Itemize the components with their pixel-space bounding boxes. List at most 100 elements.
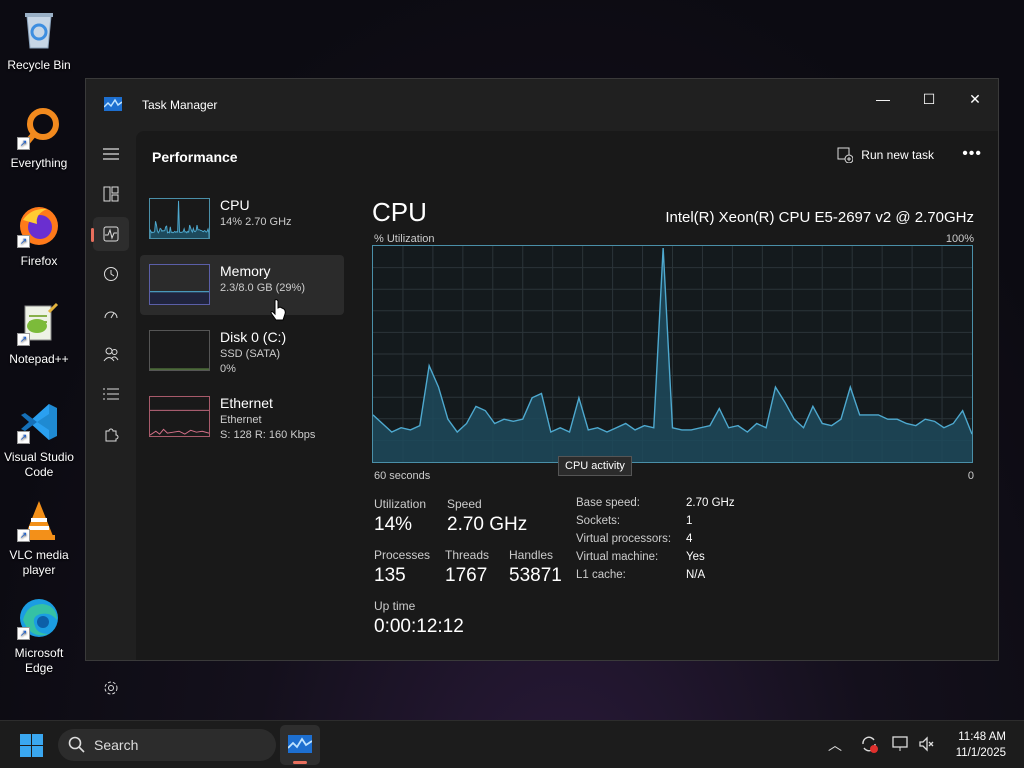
disk-sub-usage: 0% bbox=[220, 363, 236, 375]
minimize-button[interactable]: — bbox=[860, 85, 906, 113]
desktop-icon-label: Firefox bbox=[20, 254, 58, 268]
more-options-button[interactable]: ••• bbox=[962, 145, 982, 163]
disk-sub-type: SSD (SATA) bbox=[220, 348, 281, 360]
window-title: Task Manager bbox=[142, 98, 218, 112]
run-new-task-button[interactable]: Run new task bbox=[837, 147, 934, 163]
nav-settings[interactable] bbox=[93, 671, 129, 705]
task-manager-taskbar-icon bbox=[288, 735, 312, 753]
memory-name: Memory bbox=[220, 263, 271, 279]
nav-processes[interactable] bbox=[93, 177, 129, 211]
uptime-label: Up time bbox=[374, 599, 416, 613]
nav-startup-apps[interactable] bbox=[93, 297, 129, 331]
processes-value: 135 bbox=[374, 565, 406, 586]
run-new-task-label: Run new task bbox=[861, 148, 934, 162]
desktop-icon-label: Microsoft Edge bbox=[14, 646, 64, 675]
detail-label: Sockets: bbox=[576, 515, 621, 527]
tray-time: 11:48 AM bbox=[958, 731, 1006, 743]
taskbar-search[interactable]: Search bbox=[58, 729, 276, 761]
detail-label: Virtual processors: bbox=[576, 533, 672, 545]
volume-muted-icon[interactable] bbox=[918, 735, 936, 753]
vlc-icon: ↗ bbox=[17, 498, 61, 542]
cpu-thumbnail bbox=[149, 198, 210, 239]
detail-value: 2.70 GHz bbox=[686, 497, 735, 509]
details-list-icon bbox=[103, 388, 119, 400]
desktop-icon-label: Visual Studio Code bbox=[4, 450, 74, 479]
threads-label: Threads bbox=[445, 548, 490, 562]
detail-label: L1 cache: bbox=[576, 569, 626, 581]
performance-content: Performance Run new task ••• CPU 14% 2.7… bbox=[136, 131, 998, 660]
graph-label-time-span: 60 seconds bbox=[374, 470, 431, 482]
resource-memory[interactable]: Memory 2.3/8.0 GB (29%) bbox=[140, 255, 344, 315]
firefox-icon: ↗ bbox=[17, 204, 61, 248]
desktop-icon-edge[interactable]: ↗ Microsoft Edge bbox=[0, 596, 78, 676]
settings-gear-icon bbox=[104, 681, 118, 695]
nav-details[interactable] bbox=[93, 377, 129, 411]
desktop-icon-label: Notepad++ bbox=[9, 352, 69, 366]
resource-disk[interactable]: Disk 0 (C:) SSD (SATA) 0% bbox=[140, 321, 344, 381]
resource-ethernet[interactable]: Ethernet Ethernet S: 128 R: 160 Kbps bbox=[140, 387, 344, 447]
page-title: Performance bbox=[152, 149, 238, 165]
nav-services[interactable] bbox=[93, 417, 129, 451]
network-display-icon[interactable] bbox=[892, 735, 910, 753]
taskbar-task-manager[interactable] bbox=[280, 725, 320, 765]
tray-clock[interactable]: 11:48 AM 11/1/2025 bbox=[956, 729, 1006, 761]
cpu-sub: 14% 2.70 GHz bbox=[220, 216, 292, 228]
processes-label: Processes bbox=[374, 548, 431, 562]
nav-users[interactable] bbox=[93, 337, 129, 371]
ethernet-sub-adapter: Ethernet bbox=[220, 414, 262, 426]
close-button[interactable]: ✕ bbox=[952, 85, 998, 113]
tray-date: 11/1/2025 bbox=[955, 747, 1006, 759]
performance-icon bbox=[103, 226, 119, 242]
desktop-icon-everything[interactable]: ↗ Everything bbox=[0, 106, 78, 171]
cpu-model: Intel(R) Xeon(R) CPU E5-2697 v2 @ 2.70GH… bbox=[665, 209, 974, 226]
nav-performance[interactable] bbox=[91, 217, 129, 251]
search-icon bbox=[68, 736, 85, 753]
nav-hamburger[interactable] bbox=[93, 137, 129, 171]
utilization-label: Utilization bbox=[374, 497, 427, 511]
ethernet-sub-throughput: S: 128 R: 160 Kbps bbox=[220, 429, 316, 441]
detail-value: Yes bbox=[686, 551, 705, 563]
tray-overflow-chevron-icon[interactable]: ︿ bbox=[828, 735, 842, 755]
desktop-icon-vscode[interactable]: ↗ Visual Studio Code bbox=[0, 400, 78, 480]
everything-icon: ↗ bbox=[17, 106, 61, 150]
desktop-icon-vlc[interactable]: ↗ VLC media player bbox=[0, 498, 78, 578]
desktop-icon-label: VLC media player bbox=[9, 548, 69, 577]
task-manager-logo-icon bbox=[104, 97, 122, 111]
history-icon bbox=[104, 267, 118, 281]
start-windows-icon[interactable] bbox=[20, 734, 43, 757]
maximize-button[interactable]: ☐ bbox=[906, 85, 952, 113]
taskbar: Search ︿ 11:48 AM 11/1/2025 bbox=[0, 720, 1024, 768]
services-puzzle-icon bbox=[105, 428, 119, 442]
resource-cpu[interactable]: CPU 14% 2.70 GHz bbox=[140, 189, 344, 249]
desktop-icon-recycle-bin[interactable]: Recycle Bin bbox=[0, 8, 78, 73]
title-bar[interactable]: Task Manager — ☐ ✕ bbox=[86, 79, 998, 131]
run-task-icon bbox=[837, 147, 854, 163]
processes-icon bbox=[103, 186, 119, 202]
hand-cursor-icon bbox=[270, 299, 286, 321]
graph-label-zero: 0 bbox=[967, 470, 974, 482]
nav-app-history[interactable] bbox=[93, 257, 129, 291]
memory-thumbnail bbox=[149, 264, 210, 305]
resource-list: CPU 14% 2.70 GHz Memory 2.3/8.0 GB (29%)… bbox=[140, 189, 344, 453]
utilization-value: 14% bbox=[374, 514, 413, 535]
nav-rail bbox=[86, 131, 136, 695]
detail-value: N/A bbox=[686, 569, 706, 581]
hamburger-icon bbox=[103, 148, 119, 160]
desktop-icon-label: Recycle Bin bbox=[7, 58, 71, 72]
handles-label: Handles bbox=[509, 548, 554, 562]
cpu-activity-tooltip: CPU activity bbox=[558, 456, 632, 476]
notepadpp-icon: ↗ bbox=[17, 302, 61, 346]
desktop-icon-firefox[interactable]: ↗ Firefox bbox=[0, 204, 78, 269]
handles-value: 53871 bbox=[509, 565, 562, 586]
cpu-detail-panel: CPU Intel(R) Xeon(R) CPU E5-2697 v2 @ 2.… bbox=[372, 189, 974, 660]
memory-sub: 2.3/8.0 GB (29%) bbox=[220, 282, 305, 294]
cpu-utilization-graph[interactable] bbox=[372, 245, 973, 463]
desktop-icon-notepadpp[interactable]: ↗ Notepad++ bbox=[0, 302, 78, 367]
disk-name: Disk 0 (C:) bbox=[220, 329, 287, 345]
speed-label: Speed bbox=[447, 497, 482, 511]
graph-label-max: 100% bbox=[945, 233, 974, 245]
detail-value: 1 bbox=[686, 515, 693, 527]
uptime-value: 0:00:12:12 bbox=[374, 616, 464, 637]
sync-alert-icon[interactable] bbox=[860, 735, 878, 753]
cpu-name: CPU bbox=[220, 197, 250, 213]
